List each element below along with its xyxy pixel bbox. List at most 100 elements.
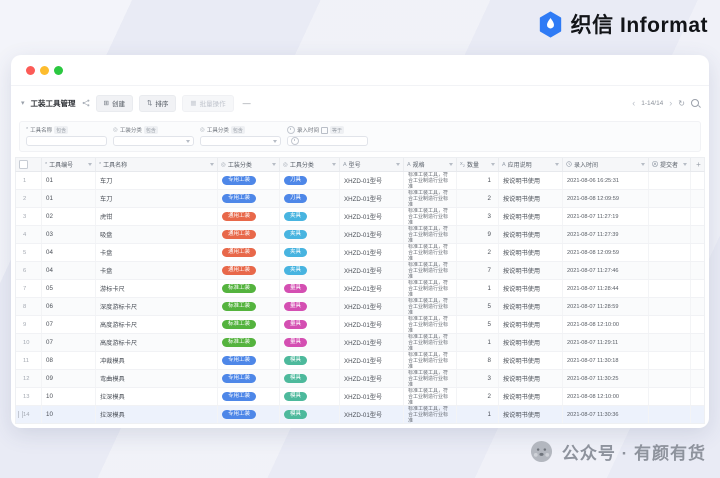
- filter-operator-chip[interactable]: 等于: [330, 126, 345, 134]
- cell-submitter: [649, 244, 691, 261]
- sort-caret-icon[interactable]: [88, 163, 92, 166]
- table-row[interactable]: 8 06 深度游标卡尺 标准工装 量具 XHZD-01型号 标准工装工具，符合工业制造行业标…: [16, 298, 704, 316]
- cell-submitter: [649, 262, 691, 279]
- table-row[interactable]: 1 01 车刀 专用工装 刀具 XHZD-01型号 标准工装工具，符合工业制造行业标准 1 按说…: [16, 172, 704, 190]
- sort-caret-icon[interactable]: [396, 163, 400, 166]
- minus-icon[interactable]: —: [243, 99, 251, 108]
- cell-usage: 按说明书使用: [499, 406, 563, 423]
- table-row[interactable]: 11 08 冲裁模具 专用工装 模具 XHZD-01型号 标准工装工具，符合工业制造行业标准…: [16, 352, 704, 370]
- select-all-cell[interactable]: [16, 158, 42, 171]
- window-close-button[interactable]: [26, 65, 35, 75]
- cell-type: 夹具: [280, 208, 340, 225]
- cell-category: 通用工装: [218, 208, 280, 225]
- row-index: 11: [16, 352, 42, 369]
- type-badge: 模具: [284, 373, 308, 384]
- column-header-category[interactable]: ◎ 工装分类: [218, 158, 280, 171]
- sort-caret-icon[interactable]: [555, 163, 559, 166]
- cell-extra: [691, 370, 706, 387]
- sort-caret-icon[interactable]: [332, 163, 336, 166]
- type-badge: 量具: [284, 283, 308, 294]
- tool-category-filter-select[interactable]: [200, 136, 281, 146]
- cell-extra: [691, 388, 706, 405]
- fixture-category-filter-select[interactable]: [113, 136, 194, 146]
- cell-name: 车刀: [96, 172, 218, 189]
- number-field-icon: x2: [460, 160, 465, 169]
- cell-type: 刀具: [280, 172, 340, 189]
- cell-code: 10: [42, 406, 96, 423]
- sort-caret-icon[interactable]: [491, 163, 495, 166]
- create-button[interactable]: ⊞ 创建: [95, 94, 133, 112]
- sort-caret-icon[interactable]: [683, 163, 687, 166]
- cell-category: 专用工装: [218, 172, 280, 189]
- column-header-submitter[interactable]: 提交者: [649, 158, 691, 171]
- filter-operator-chip[interactable]: 包含: [143, 126, 158, 134]
- table-row[interactable]: 2 01 车刀 专用工装 刀具 XHZD-01型号 标准工装工具，符合工业制造行业标准 2 按说…: [16, 190, 704, 208]
- person-icon: [652, 160, 658, 169]
- cell-time: 2021-08-08 12:10:00: [563, 316, 649, 333]
- sort-button[interactable]: ⇅ 排序: [138, 94, 177, 112]
- sort-caret-icon[interactable]: [641, 163, 645, 166]
- face-avatar-icon: [530, 440, 552, 463]
- column-header-qty[interactable]: x2 数量: [457, 158, 499, 171]
- column-header-model[interactable]: A 型号: [340, 158, 404, 171]
- cell-extra: [691, 316, 706, 333]
- table-row[interactable]: 10 07 高度游标卡尺 标准工装 量具 XHZD-01型号 标准工装工具，符合工业制造行业…: [16, 334, 704, 352]
- next-page-icon[interactable]: ›: [669, 98, 672, 108]
- cell-qty: 1: [457, 280, 499, 297]
- cell-category: 专用工装: [218, 190, 280, 207]
- entry-time-filter-input[interactable]: [287, 136, 368, 146]
- cell-spec: 标准工装工具，符合工业制造行业标准: [404, 280, 457, 297]
- filter-operator-chip[interactable]: 包含: [230, 126, 245, 134]
- cell-spec: 标准工装工具，符合工业制造行业标准: [404, 352, 457, 369]
- table-row[interactable]: 9 07 高度游标卡尺 标准工装 量具 XHZD-01型号 标准工装工具，符合工业制造行业标…: [16, 316, 704, 334]
- table-row[interactable]: 14 10 拉深模具 专用工装 模具 XHZD-01型号 标准工装工具，符合工业制造行业标准…: [16, 406, 704, 423]
- cell-name: 拉深模具: [96, 406, 218, 423]
- window-minimize-button[interactable]: [40, 65, 49, 75]
- asterisk-field-icon: *: [26, 127, 29, 133]
- column-header-name[interactable]: * 工具名称: [96, 158, 218, 171]
- column-header-time[interactable]: 录入时间: [563, 158, 649, 171]
- column-header-usage[interactable]: A 应用说明: [499, 158, 563, 171]
- table-row[interactable]: 6 04 卡盘 通用工装 夹具 XHZD-01型号 标准工装工具，符合工业制造行业标准 7 按说…: [16, 262, 704, 280]
- table-row[interactable]: 4 03 吸盘 通用工装 夹具 XHZD-01型号 标准工装工具，符合工业制造行业标准 9 按说…: [16, 226, 704, 244]
- sort-caret-icon[interactable]: [449, 163, 453, 166]
- search-icon[interactable]: [691, 99, 699, 107]
- prev-page-icon[interactable]: ‹: [632, 98, 635, 108]
- share-icon[interactable]: [82, 99, 90, 107]
- refresh-icon[interactable]: ↻: [678, 99, 685, 108]
- filter-tool-category: ◎ 工具分类 包含: [200, 126, 281, 146]
- sort-arrows-icon: ⇅: [146, 100, 153, 107]
- type-badge: 夹具: [284, 265, 308, 276]
- text-field-icon: A: [343, 161, 347, 168]
- column-header-spec[interactable]: A 规格: [404, 158, 457, 171]
- row-index: 1: [16, 172, 42, 189]
- type-badge: 刀具: [284, 175, 308, 186]
- select-all-checkbox[interactable]: [19, 160, 28, 169]
- cell-extra: [691, 190, 706, 207]
- cell-time: 2021-08-07 11:28:59: [563, 298, 649, 315]
- window-zoom-button[interactable]: [54, 65, 63, 75]
- table-row[interactable]: 7 05 游标卡尺 标准工装 量具 XHZD-01型号 标准工装工具，符合工业制造行业标准 1…: [16, 280, 704, 298]
- batch-actions-button[interactable]: ▦ 批量操作: [182, 94, 234, 112]
- filter-operator-chip[interactable]: 包含: [54, 126, 69, 134]
- tool-name-filter-input[interactable]: [26, 136, 107, 146]
- filter-bar: * 工具名称 包含 ◎ 工装分类 包含 ◎ 工具分类 包含 录入时间 等于: [19, 121, 701, 152]
- sort-caret-icon[interactable]: [272, 163, 276, 166]
- asterisk-field-icon: *: [99, 161, 102, 168]
- table-row[interactable]: 3 02 虎钳 通用工装 夹具 XHZD-01型号 标准工装工具，符合工业制造行业标准 3 按说…: [16, 208, 704, 226]
- cell-spec: 标准工装工具，符合工业制造行业标准: [404, 316, 457, 333]
- add-column-button[interactable]: +: [691, 158, 706, 171]
- table-row[interactable]: 5 04 卡盘 通用工装 夹具 XHZD-01型号 标准工装工具，符合工业制造行业标准 2 按说…: [16, 244, 704, 262]
- sort-caret-icon[interactable]: [210, 163, 214, 166]
- table-row[interactable]: 13 10 拉深模具 专用工装 模具 XHZD-01型号 标准工装工具，符合工业制造行业标准…: [16, 388, 704, 406]
- column-header-type[interactable]: ◎ 工具分类: [280, 158, 340, 171]
- cell-spec: 标准工装工具，符合工业制造行业标准: [404, 334, 457, 351]
- cell-usage: 按说明书使用: [499, 244, 563, 261]
- column-header-code[interactable]: * 工具编号: [42, 158, 96, 171]
- cell-time: 2021-08-08 12:09:59: [563, 244, 649, 261]
- table-row[interactable]: 12 09 弯曲模具 专用工装 模具 XHZD-01型号 标准工装工具，符合工业制造行业标准…: [16, 370, 704, 388]
- type-badge: 夹具: [284, 229, 308, 240]
- cell-qty: 3: [457, 208, 499, 225]
- select-field-icon: ◎: [283, 161, 288, 168]
- collapse-chevron-icon[interactable]: ▾: [21, 99, 25, 107]
